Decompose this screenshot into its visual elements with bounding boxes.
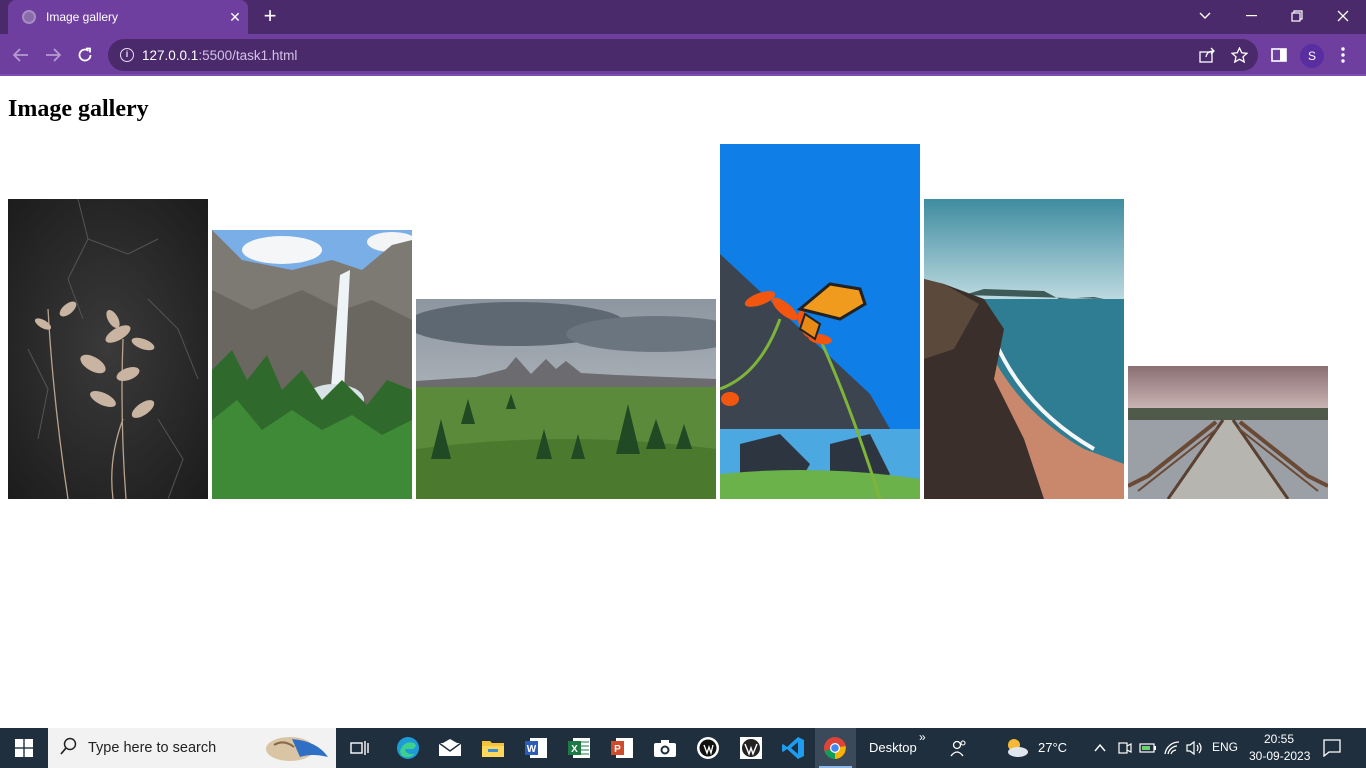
- windows-logo-icon: [15, 739, 33, 757]
- desktop-chevron-icon[interactable]: »: [919, 730, 926, 744]
- svg-text:X: X: [571, 744, 578, 755]
- excel-icon[interactable]: X: [565, 734, 593, 762]
- reload-button[interactable]: [72, 42, 98, 68]
- word-icon[interactable]: W: [522, 734, 550, 762]
- vscode-icon[interactable]: [779, 734, 807, 762]
- browser-toolbar: i 127.0.0.1:5500/task1.html: [0, 34, 1366, 76]
- clock-time[interactable]: 20:55: [1264, 732, 1294, 746]
- forward-button[interactable]: [40, 42, 66, 68]
- gallery-image-waterfall: [212, 230, 412, 499]
- svg-text:P: P: [614, 744, 621, 755]
- file-explorer-icon[interactable]: [479, 734, 507, 762]
- gallery-image-coastline: [924, 199, 1124, 499]
- back-button[interactable]: [8, 42, 34, 68]
- side-panel-icon[interactable]: [1271, 47, 1287, 68]
- temperature-label[interactable]: 27°C: [1038, 740, 1067, 755]
- tab-close-icon[interactable]: ✕: [222, 9, 248, 26]
- close-window-button[interactable]: [1320, 0, 1366, 32]
- start-button[interactable]: [0, 728, 48, 768]
- restore-button[interactable]: [1274, 0, 1320, 32]
- globe-icon: [22, 10, 36, 24]
- search-icon: [60, 737, 78, 760]
- weather-icon[interactable]: [1003, 734, 1031, 762]
- page-title: Image gallery: [8, 96, 149, 122]
- browser-tab[interactable]: Image gallery ✕: [8, 0, 248, 34]
- browser-tab-strip: Image gallery ✕ +: [0, 0, 1366, 34]
- camera-icon[interactable]: [651, 734, 679, 762]
- desktop-toolbar-label[interactable]: Desktop: [869, 740, 917, 755]
- share-icon[interactable]: [1199, 47, 1217, 68]
- gallery-image-butterfly: [720, 144, 920, 499]
- search-highlight-icon: [262, 731, 330, 768]
- search-placeholder: Type here to search: [88, 740, 217, 756]
- task-view-icon[interactable]: [346, 734, 374, 762]
- tab-title: Image gallery: [46, 10, 119, 24]
- gallery-image-meadow: [416, 299, 716, 499]
- clock-date[interactable]: 30-09-2023: [1249, 749, 1310, 763]
- mail-icon[interactable]: [436, 734, 464, 762]
- taskbar-search-box[interactable]: Type here to search: [48, 728, 336, 768]
- notifications-icon[interactable]: [1318, 734, 1346, 762]
- people-icon[interactable]: [945, 734, 973, 762]
- volume-icon[interactable]: [1181, 734, 1209, 762]
- menu-dots-icon[interactable]: [1340, 46, 1346, 69]
- powerpoint-icon[interactable]: P: [608, 734, 636, 762]
- language-indicator[interactable]: ENG: [1212, 740, 1238, 754]
- site-info-icon[interactable]: i: [120, 48, 134, 62]
- new-tab-button[interactable]: +: [258, 5, 282, 29]
- tab-search-icon[interactable]: [1182, 0, 1228, 32]
- windows-taskbar: Type here to search W X P Desktop » 27°C…: [0, 728, 1366, 768]
- gallery-image-boardwalk: [1128, 366, 1328, 499]
- wordpress-icon[interactable]: [737, 734, 765, 762]
- avatar[interactable]: S: [1300, 44, 1324, 68]
- svg-text:W: W: [527, 744, 537, 755]
- url-text: 127.0.0.1:5500/task1.html: [142, 47, 298, 63]
- minimize-button[interactable]: [1228, 0, 1274, 32]
- app-circle-icon[interactable]: [694, 734, 722, 762]
- chrome-active-tile[interactable]: [815, 728, 856, 768]
- bookmark-star-icon[interactable]: [1230, 46, 1249, 68]
- chrome-icon: [824, 737, 846, 759]
- edge-browser-icon[interactable]: [394, 734, 422, 762]
- gallery-image-leaves: [8, 199, 208, 499]
- address-bar[interactable]: i 127.0.0.1:5500/task1.html: [108, 39, 1258, 71]
